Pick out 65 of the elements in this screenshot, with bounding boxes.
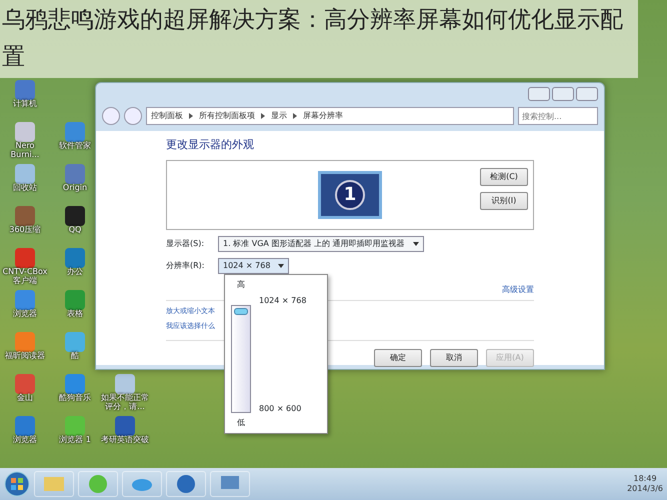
field-label: 分辨率(R): [166,260,206,272]
icon-label[interactable]: 考研英语突破 [101,436,149,445]
resolution-option[interactable]: 800 × 600 [259,402,306,414]
app-icon[interactable] [115,416,135,436]
detect-button[interactable]: 检测(C) [480,168,528,186]
chevron-icon [189,113,193,119]
icon-label[interactable]: 福昕阅读器 [5,352,45,361]
chevron-icon [293,113,297,119]
icon-label[interactable]: 办公 [67,268,83,277]
slider-track[interactable] [231,304,251,412]
resolution-dropdown[interactable]: 1024 × 768 [218,258,290,274]
breadcrumb-item[interactable]: 显示 [271,110,287,122]
resolution-option[interactable]: 1024 × 768 [259,294,306,306]
high-label: 高 [237,278,245,290]
breadcrumb-item[interactable]: 屏幕分辨率 [303,110,343,122]
slider-thumb[interactable] [234,308,248,314]
icon-label[interactable]: Nero Burni... [0,142,50,160]
taskbar-button[interactable] [78,471,118,497]
close-button[interactable] [576,87,598,101]
icon-label[interactable]: Origin [62,184,88,193]
maximize-button[interactable] [552,87,574,101]
dialog-button[interactable]: 确定 [374,348,422,366]
selected-value: 1024 × 768 [223,260,270,272]
taskbar-button[interactable] [210,471,250,497]
icon-label[interactable]: 金山 [17,394,33,403]
icon-label[interactable]: 360压缩 [9,226,41,235]
clock-time[interactable]: 18:49 [627,474,663,484]
dialog-button[interactable]: 取消 [430,348,478,366]
icon-label[interactable]: 计算机 [13,100,37,109]
breadcrumb-item[interactable]: 控制面板 [151,110,183,122]
clock-date[interactable]: 2014/3/6 [627,484,663,494]
icon-label[interactable]: 浏览器 [13,310,37,319]
taskbar-button[interactable] [166,471,206,497]
icon-label[interactable]: 如果不能正常评分，请... [100,394,150,412]
display-dropdown[interactable]: 1. 标准 VGA 图形适配器 上的 通用即插即用监视器 [218,236,424,252]
icon-label[interactable]: 回收站 [13,184,37,193]
search-field[interactable]: 搜索控制... [518,107,598,125]
taskbar-button[interactable] [122,471,162,497]
start-button[interactable] [4,471,30,497]
selected-value: 1. 标准 VGA 图形适配器 上的 通用即插即用监视器 [223,238,404,250]
icon-label[interactable]: 酷 [71,352,79,361]
icon-label[interactable]: CNTV-CBox 客户端 [0,268,50,286]
icon-label[interactable]: 浏览器 [13,436,37,445]
chevron-icon [261,113,265,119]
low-label: 低 [237,416,245,428]
icon-label[interactable]: 软件管家 [59,142,91,151]
address-bar[interactable]: 控制面板 所有控制面板项 显示 屏幕分辨率 [146,107,514,125]
monitor-icon[interactable]: 1 [318,170,382,218]
minimize-button[interactable] [528,87,550,101]
section-heading: 更改显示器的外观 [166,137,255,153]
identify-button[interactable]: 识别(I) [480,192,528,210]
icon-label[interactable]: 表格 [67,310,83,319]
icon-label[interactable]: QQ [68,226,82,235]
app-icon[interactable] [65,206,85,226]
advanced-settings-link[interactable]: 高级设置 [502,284,534,294]
icon-label[interactable]: 酷狗音乐 [59,394,91,403]
back-button[interactable] [102,107,120,125]
breadcrumb-item[interactable]: 所有控制面板项 [199,110,255,122]
forward-button[interactable] [124,107,142,125]
monitor-number: 1 [335,180,365,210]
article-title: 乌鸦悲鸣游戏的超屏解决方案：高分辨率屏幕如何优化显示配置 [0,0,638,78]
field-label: 显示器(S): [166,238,206,250]
dropdown-arrow-icon [278,264,284,268]
dropdown-arrow-icon [412,242,418,246]
icon-label[interactable]: 浏览器 1 [59,436,91,445]
